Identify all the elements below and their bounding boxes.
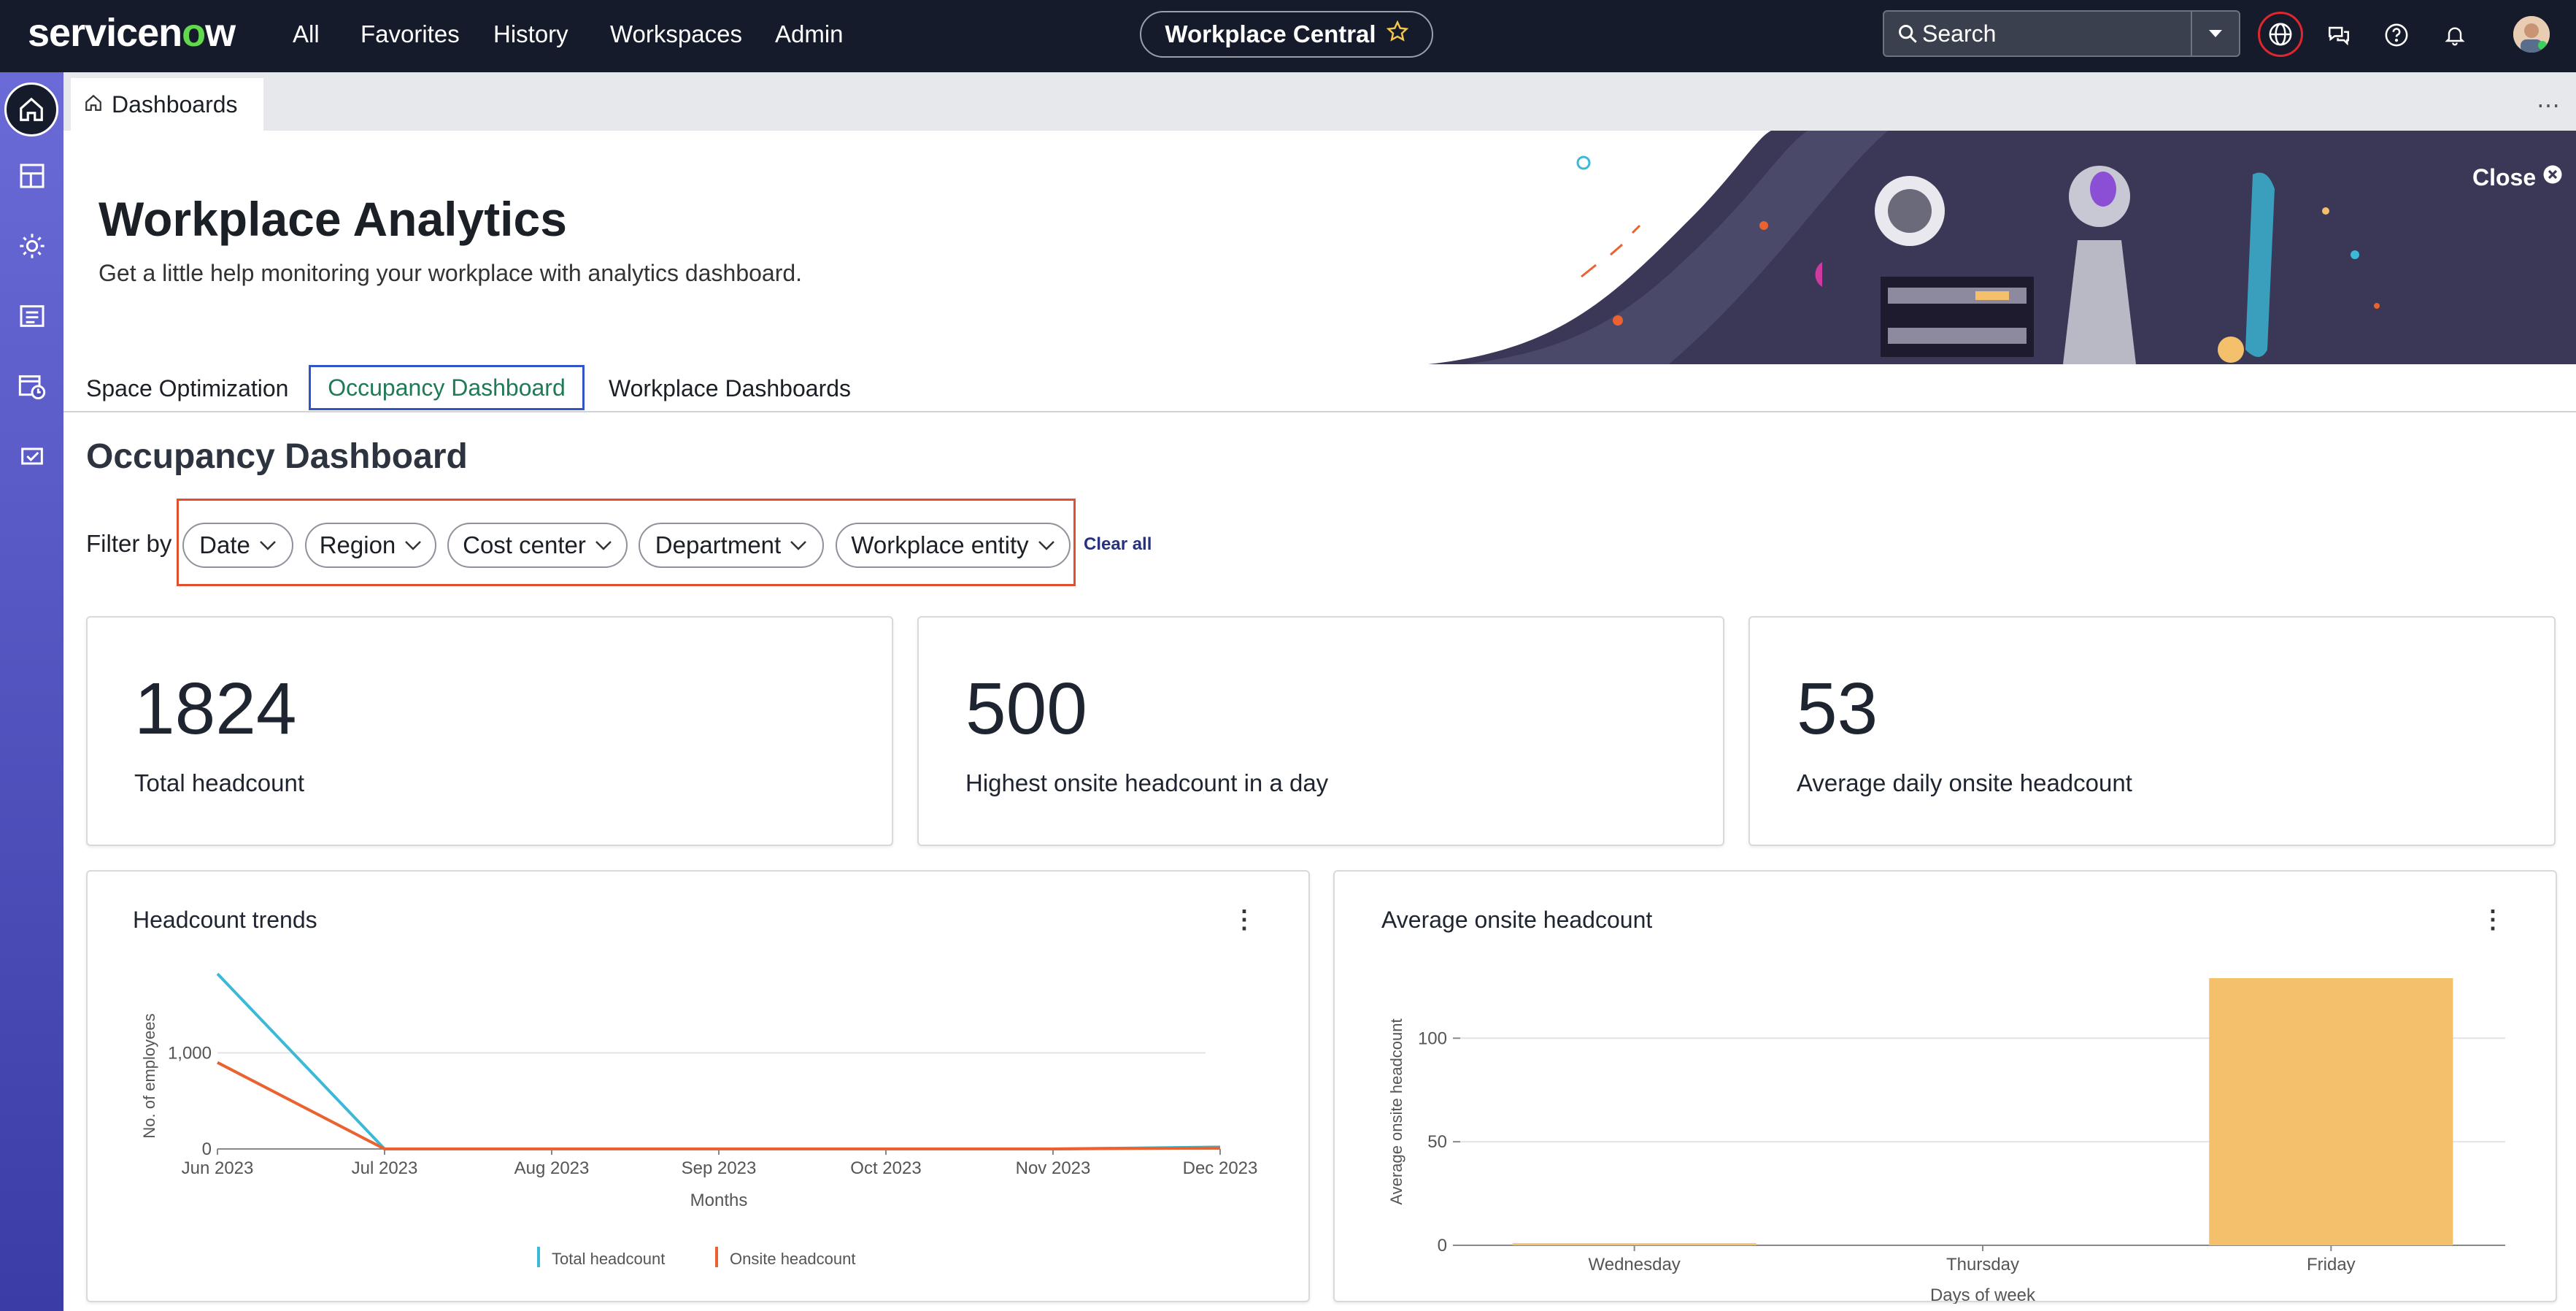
x-tick-label: Sep 2023 bbox=[682, 1158, 757, 1178]
tab-occupancy-dashboard[interactable]: Occupancy Dashboard bbox=[309, 365, 585, 410]
top-bar: servicenow All Favorites History Workspa… bbox=[0, 0, 2576, 72]
filter-date[interactable]: Date bbox=[182, 523, 293, 568]
legend-label: Total headcount bbox=[552, 1250, 665, 1268]
filter-workplace-entity-label: Workplace entity bbox=[851, 531, 1029, 558]
filter-date-label: Date bbox=[199, 531, 250, 558]
kpi-label: Average daily onsite headcount bbox=[1797, 769, 2132, 796]
page-title: Workplace Analytics bbox=[99, 192, 567, 246]
close-label: Close bbox=[2472, 164, 2537, 191]
kpi-label: Highest onsite headcount in a day bbox=[965, 769, 1329, 796]
headcount-trends-card: Headcount trends ⋮ 0 1,000 Jun 2023 Jul 202… bbox=[86, 870, 1310, 1302]
y-axis-title: No. of employees bbox=[140, 1013, 158, 1138]
home-icon[interactable] bbox=[4, 82, 58, 137]
x-tick-label: Wednesday bbox=[1589, 1255, 1681, 1275]
filter-cost-center-label: Cost center bbox=[463, 531, 586, 558]
bar-wednesday bbox=[1512, 1243, 1756, 1245]
filter-workplace-entity[interactable]: Workplace entity bbox=[836, 523, 1071, 568]
chevron-down-icon bbox=[259, 541, 276, 550]
filter-label: Filter by bbox=[86, 530, 172, 557]
layout-icon[interactable] bbox=[12, 155, 53, 196]
average-onsite-headcount-chart: 0 50 100 Wednesday Thursday Friday Days of wee… bbox=[1387, 978, 2505, 1304]
nav-workspaces[interactable]: Workspaces bbox=[610, 20, 742, 48]
x-tick-label: Jul 2023 bbox=[352, 1158, 418, 1178]
banner-illustration bbox=[1428, 131, 2576, 364]
kpi-value: 1824 bbox=[134, 668, 297, 750]
settings-cog-icon[interactable] bbox=[12, 226, 53, 266]
x-tick-label: Dec 2023 bbox=[1183, 1158, 1258, 1178]
headcount-trends-chart: 0 1,000 Jun 2023 Jul 2023 Aug 2023 Sep 2023 Oc… bbox=[140, 972, 1258, 1268]
bell-icon[interactable] bbox=[2439, 19, 2471, 51]
banner bbox=[63, 131, 2576, 364]
checkbox-icon[interactable] bbox=[12, 436, 53, 477]
calendar-clock-icon[interactable] bbox=[12, 366, 53, 407]
chevron-down-icon bbox=[595, 541, 612, 550]
y-axis-title: Average onsite headcount bbox=[1387, 1018, 1405, 1204]
dashboards-tab-label: Dashboards bbox=[112, 91, 238, 118]
globe-icon[interactable] bbox=[2258, 12, 2303, 57]
nav-history[interactable]: History bbox=[493, 20, 568, 48]
clear-all-link[interactable]: Clear all bbox=[1084, 534, 1152, 555]
x-tick-label: Aug 2023 bbox=[514, 1158, 590, 1178]
filter-region[interactable]: Region bbox=[305, 523, 436, 568]
tab-divider bbox=[63, 411, 2576, 412]
filter-department[interactable]: Department bbox=[639, 523, 824, 568]
legend-label: Onsite headcount bbox=[730, 1250, 855, 1268]
nav-favorites[interactable]: Favorites bbox=[360, 20, 460, 48]
filter-region-label: Region bbox=[319, 531, 396, 558]
x-axis-title: Months bbox=[690, 1191, 748, 1210]
y-tick-label: 100 bbox=[1418, 1029, 1447, 1048]
help-icon[interactable] bbox=[2380, 19, 2413, 51]
star-icon[interactable] bbox=[1386, 20, 1408, 48]
x-tick-label: Friday bbox=[2307, 1255, 2356, 1275]
dashboards-tab[interactable]: Dashboards bbox=[71, 78, 263, 131]
search-icon bbox=[1897, 23, 1918, 47]
avatar[interactable] bbox=[2513, 16, 2550, 53]
kpi-average-daily-onsite: 53 Average daily onsite headcount bbox=[1748, 616, 2556, 846]
y-tick-label: 0 bbox=[202, 1139, 212, 1159]
y-tick-label: 1,000 bbox=[168, 1043, 212, 1063]
average-onsite-headcount-card: Average onsite headcount ⋮ 0 50 100 Wednesd… bbox=[1333, 870, 2557, 1304]
page-subtitle: Get a little help monitoring your workpl… bbox=[99, 260, 803, 286]
nav-admin[interactable]: Admin bbox=[775, 20, 844, 48]
tab-workplace-dashboards[interactable]: Workplace Dashboards bbox=[609, 366, 851, 410]
search-input[interactable]: Search bbox=[1883, 10, 2240, 57]
x-tick-label: Oct 2023 bbox=[850, 1158, 921, 1178]
workspace-pill[interactable]: Workplace Central bbox=[1140, 11, 1433, 58]
x-tick-label: Jun 2023 bbox=[182, 1158, 254, 1178]
section-title: Occupancy Dashboard bbox=[86, 437, 468, 476]
sidebar bbox=[0, 72, 63, 1311]
nav-all[interactable]: All bbox=[293, 20, 320, 48]
kpi-total-headcount: 1824 Total headcount bbox=[86, 616, 893, 846]
kpi-highest-onsite: 500 Highest onsite headcount in a day bbox=[917, 616, 1724, 846]
more-horizontal-icon[interactable]: ⋯ bbox=[2537, 91, 2560, 119]
close-icon[interactable] bbox=[2542, 164, 2564, 191]
chevron-down-icon bbox=[405, 541, 422, 550]
x-tick-label: Thursday bbox=[1946, 1255, 2019, 1275]
servicenow-logo[interactable]: servicenow bbox=[28, 10, 236, 55]
chevron-down-icon bbox=[1038, 541, 1054, 550]
tab-space-optimization[interactable]: Space Optimization bbox=[86, 366, 288, 410]
bar-friday bbox=[2209, 978, 2453, 1245]
kpi-value: 500 bbox=[965, 668, 1087, 750]
y-tick-label: 50 bbox=[1427, 1132, 1447, 1152]
series-line-total-headcount bbox=[216, 972, 1221, 1150]
x-tick-label: Nov 2023 bbox=[1016, 1158, 1091, 1178]
chat-icon[interactable] bbox=[2323, 19, 2355, 51]
chevron-down-icon bbox=[790, 541, 807, 550]
series-line-onsite-headcount bbox=[217, 1061, 1221, 1150]
list-icon[interactable] bbox=[12, 296, 53, 337]
filter-department-label: Department bbox=[655, 531, 782, 558]
close-banner-button[interactable]: Close bbox=[2472, 164, 2564, 191]
x-axis-title: Days of week bbox=[1930, 1285, 2036, 1304]
y-tick-label: 0 bbox=[1438, 1236, 1447, 1256]
filter-cost-center[interactable]: Cost center bbox=[447, 523, 628, 568]
kpi-label: Total headcount bbox=[134, 769, 305, 796]
search-dropdown-button[interactable] bbox=[2191, 12, 2239, 55]
kpi-value: 53 bbox=[1797, 668, 1878, 750]
tab-strip: Dashboards ⋯ bbox=[63, 72, 2576, 131]
workspace-pill-label: Workplace Central bbox=[1165, 20, 1376, 47]
home-small-icon bbox=[84, 91, 103, 118]
